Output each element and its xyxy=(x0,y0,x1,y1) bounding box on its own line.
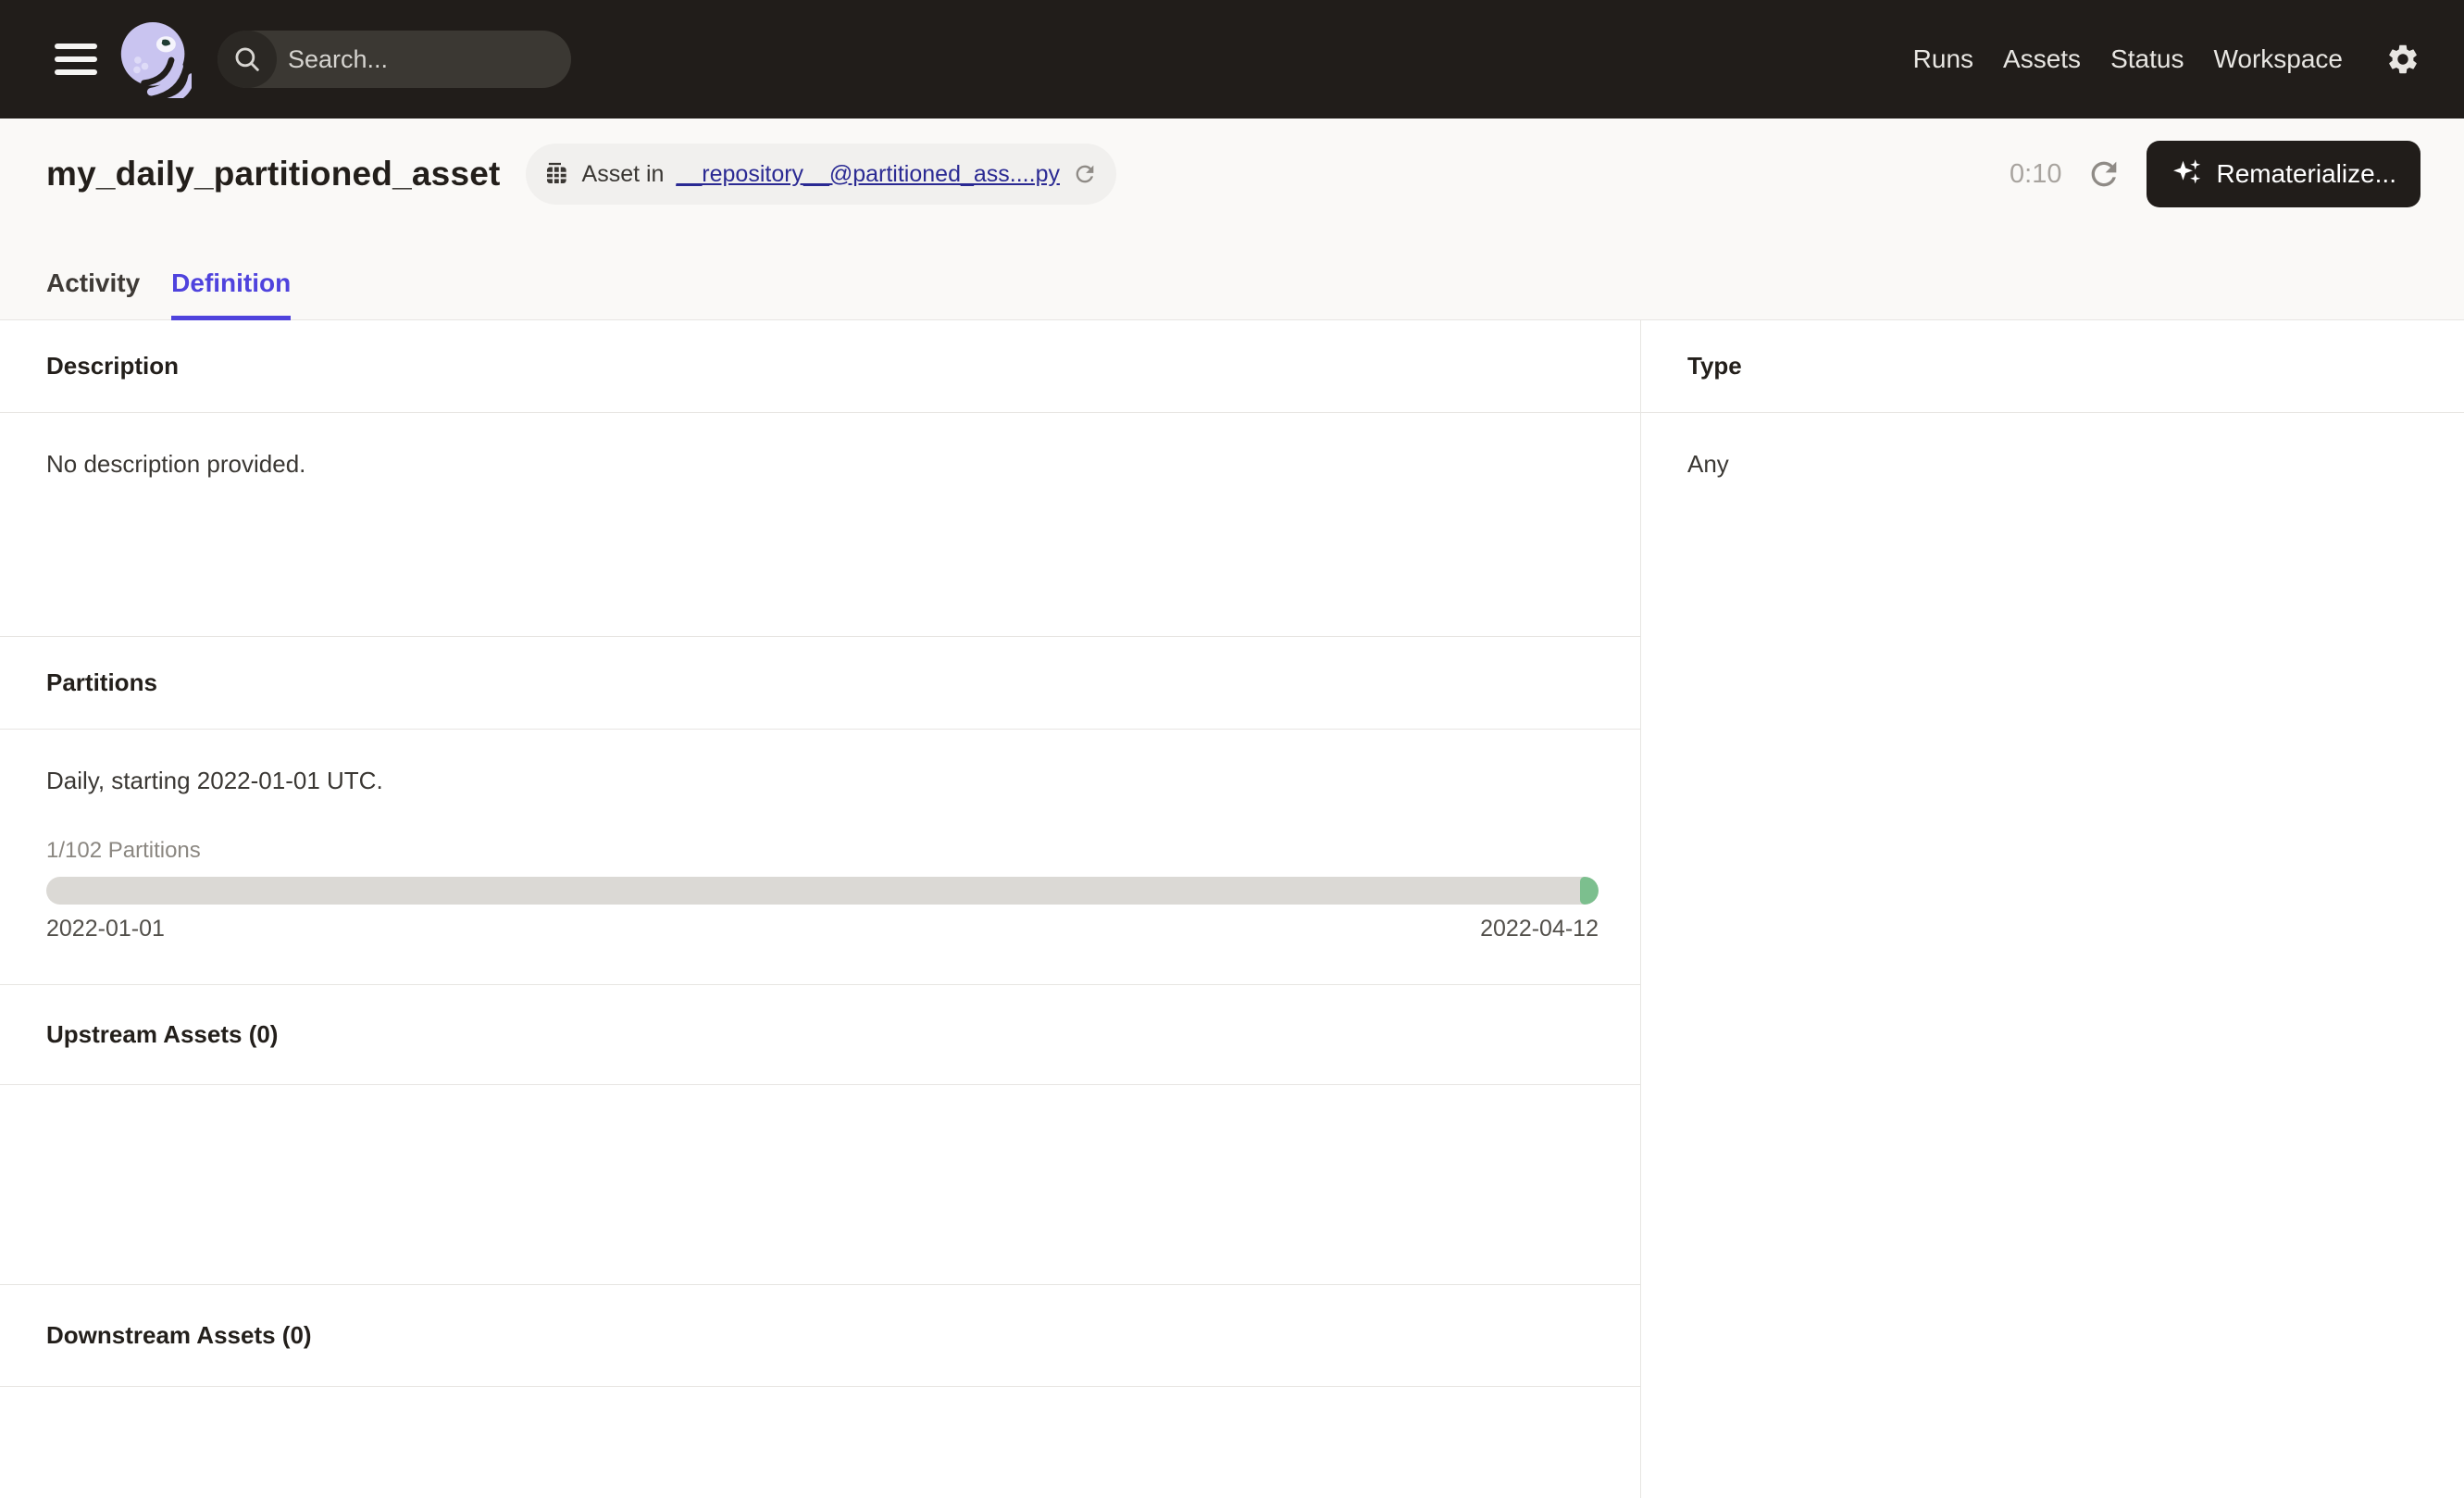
partitions-summary: Daily, starting 2022-01-01 UTC. xyxy=(46,767,1599,795)
asset-location-badge: Asset in __repository__@partitioned_ass.… xyxy=(526,144,1116,205)
repository-link[interactable]: __repository__@partitioned_ass....py xyxy=(676,161,1060,188)
page-title: my_daily_partitioned_asset xyxy=(46,155,501,193)
type-section-header: Type xyxy=(1641,320,2464,413)
rematerialize-button[interactable]: Rematerialize... xyxy=(2147,141,2420,207)
description-section-body: No description provided. xyxy=(0,413,1640,637)
asset-tabs: Activity Definition xyxy=(44,268,2420,319)
top-navigation-bar: / Runs Assets Status Workspace xyxy=(0,0,2464,119)
partition-range-start: 2022-01-01 xyxy=(46,916,165,942)
top-nav-links: Runs Assets Status Workspace xyxy=(1913,44,2343,74)
definition-left-column: Description No description provided. Par… xyxy=(0,320,1641,1498)
refresh-icon[interactable] xyxy=(2085,156,2122,193)
type-value: Any xyxy=(1687,450,2464,479)
description-heading: Description xyxy=(46,352,179,381)
type-section-body: Any xyxy=(1641,413,2464,479)
description-text: No description provided. xyxy=(46,450,1599,479)
partition-range-end: 2022-04-12 xyxy=(1480,916,1599,942)
upstream-heading: Upstream Assets (0) xyxy=(46,1020,278,1049)
tab-definition[interactable]: Definition xyxy=(171,268,291,320)
nav-item-workspace[interactable]: Workspace xyxy=(2213,44,2343,74)
asset-page-header: my_daily_partitioned_asset Asset in __re… xyxy=(0,119,2464,320)
search-input[interactable] xyxy=(277,45,571,74)
menu-icon[interactable] xyxy=(55,44,97,75)
gear-icon[interactable] xyxy=(2385,42,2420,77)
downstream-section-header: Downstream Assets (0) xyxy=(0,1285,1640,1387)
partitions-count-label: 1/102 Partitions xyxy=(46,838,1599,864)
partitions-heading: Partitions xyxy=(46,668,157,697)
partitions-date-range: 2022-01-01 2022-04-12 xyxy=(46,916,1599,942)
sparkles-icon xyxy=(2171,157,2204,191)
refresh-countdown: 0:10 xyxy=(2010,159,2061,190)
description-section-header: Description xyxy=(0,320,1640,413)
dagster-logo-icon[interactable] xyxy=(118,20,192,98)
nav-item-assets[interactable]: Assets xyxy=(2003,44,2081,74)
asset-group-icon xyxy=(542,160,570,188)
partitions-progress-fill xyxy=(1580,877,1599,905)
nav-item-runs[interactable]: Runs xyxy=(1913,44,1973,74)
rematerialize-label: Rematerialize... xyxy=(2216,159,2396,189)
partitions-progress-bar[interactable] xyxy=(46,877,1599,905)
upstream-section-header: Upstream Assets (0) xyxy=(0,985,1640,1085)
downstream-section-body xyxy=(0,1387,1640,1498)
definition-right-column: Type Any xyxy=(1641,320,2464,1498)
partitions-section-body: Daily, starting 2022-01-01 UTC. 1/102 Pa… xyxy=(0,730,1640,985)
downstream-heading: Downstream Assets (0) xyxy=(46,1321,312,1350)
search-icon xyxy=(218,31,277,88)
reload-repository-icon[interactable] xyxy=(1072,161,1098,187)
definition-content: Description No description provided. Par… xyxy=(0,320,2464,1498)
tab-activity[interactable]: Activity xyxy=(46,268,140,320)
asset-badge-prefix: Asset in xyxy=(582,161,665,188)
nav-item-status[interactable]: Status xyxy=(2110,44,2184,74)
partitions-section-header: Partitions xyxy=(0,637,1640,730)
search-box[interactable]: / xyxy=(218,31,571,88)
upstream-section-body xyxy=(0,1085,1640,1285)
type-heading: Type xyxy=(1687,352,1742,381)
